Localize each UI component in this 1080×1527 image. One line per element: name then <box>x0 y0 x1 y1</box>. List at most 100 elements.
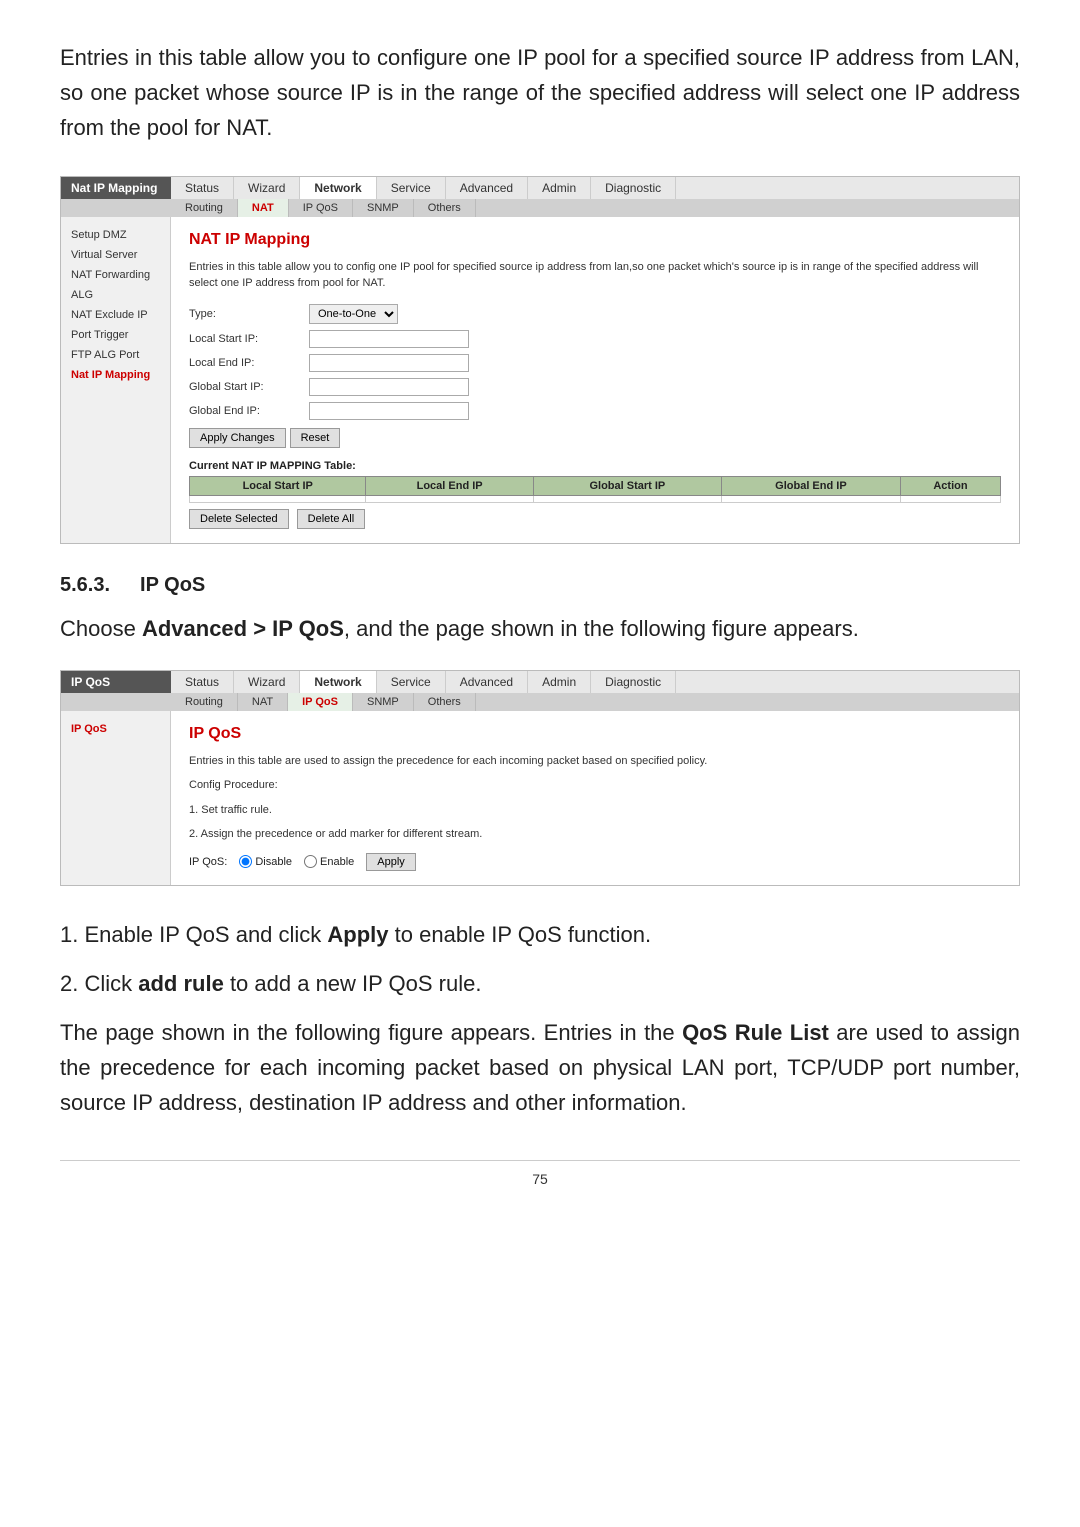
qos-panel-label: IP QoS <box>61 671 171 693</box>
form-row-type: Type: One-to-One <box>189 304 1001 324</box>
qos-nav-tab-service[interactable]: Service <box>377 671 446 693</box>
form-row-local-start: Local Start IP: <box>189 330 1001 348</box>
nav-tab-admin[interactable]: Admin <box>528 177 591 199</box>
sidebar-item-setup-dmz[interactable]: Setup DMZ <box>61 225 170 245</box>
type-select[interactable]: One-to-One <box>309 304 398 324</box>
body-text-1: 1. Enable IP QoS and click Apply to enab… <box>60 916 1020 953</box>
qos-nav-tabs: Status Wizard Network Service Advanced A… <box>171 671 676 693</box>
qos-nav-tab-wizard[interactable]: Wizard <box>234 671 300 693</box>
section-563-intro: Choose Advanced > IP QoS, and the page s… <box>60 611 1020 646</box>
qos-nav-tab-network[interactable]: Network <box>300 671 376 693</box>
nat-nav-bar: Nat IP Mapping Status Wizard Network Ser… <box>61 177 1019 199</box>
qos-sub-tab-others[interactable]: Others <box>414 693 476 711</box>
sidebar-item-nat-ip-mapping[interactable]: Nat IP Mapping <box>61 365 170 385</box>
qos-panel-body: IP QoS IP QoS Entries in this table are … <box>61 711 1019 885</box>
qos-nav-tab-status[interactable]: Status <box>171 671 234 693</box>
nat-table-buttons: Delete Selected Delete All <box>189 509 1001 529</box>
qos-sidebar-item-ipqos[interactable]: IP QoS <box>61 719 170 739</box>
nav-tab-advanced[interactable]: Advanced <box>446 177 528 199</box>
nat-content-area: NAT IP Mapping Entries in this table all… <box>171 217 1019 543</box>
qos-sub-tab-ipqos[interactable]: IP QoS <box>288 693 353 711</box>
form-row-local-end: Local End IP: <box>189 354 1001 372</box>
local-start-input[interactable] <box>309 330 469 348</box>
qos-nav-tab-advanced[interactable]: Advanced <box>446 671 528 693</box>
qos-nav-tab-diagnostic[interactable]: Diagnostic <box>591 671 676 693</box>
sub-tab-nat[interactable]: NAT <box>238 199 289 217</box>
col-local-end: Local End IP <box>366 476 533 495</box>
intro-text: Entries in this table allow you to confi… <box>60 40 1020 146</box>
nat-panel: Nat IP Mapping Status Wizard Network Ser… <box>60 176 1020 544</box>
nat-mapping-table: Local Start IP Local End IP Global Start… <box>189 476 1001 503</box>
local-end-label: Local End IP: <box>189 357 309 369</box>
nav-tab-network[interactable]: Network <box>300 177 376 199</box>
qos-sub-tab-snmp[interactable]: SNMP <box>353 693 414 711</box>
global-start-input[interactable] <box>309 378 469 396</box>
nav-tab-wizard[interactable]: Wizard <box>234 177 300 199</box>
delete-selected-button[interactable]: Delete Selected <box>189 509 289 529</box>
sub-tab-ipqos[interactable]: IP QoS <box>289 199 353 217</box>
global-end-label: Global End IP: <box>189 405 309 417</box>
sub-tab-snmp[interactable]: SNMP <box>353 199 414 217</box>
sub-tab-routing[interactable]: Routing <box>171 199 238 217</box>
sub-tab-others[interactable]: Others <box>414 199 476 217</box>
qos-control-row: IP QoS: Disable Enable Apply <box>189 853 1001 871</box>
nat-sub-nav-spacer <box>61 205 171 211</box>
sidebar-item-virtual-server[interactable]: Virtual Server <box>61 245 170 265</box>
qos-disable-text: Disable <box>255 856 292 868</box>
qos-sidebar: IP QoS <box>61 711 171 885</box>
qos-sub-nav-spacer <box>61 699 171 705</box>
col-global-start: Global Start IP <box>533 476 721 495</box>
reset-button[interactable]: Reset <box>290 428 341 448</box>
nav-tab-status[interactable]: Status <box>171 177 234 199</box>
qos-content-area: IP QoS Entries in this table are used to… <box>171 711 1019 885</box>
qos-sub-tab-nat[interactable]: NAT <box>238 693 288 711</box>
qos-nav-tab-admin[interactable]: Admin <box>528 671 591 693</box>
local-start-label: Local Start IP: <box>189 333 309 345</box>
col-global-end: Global End IP <box>721 476 900 495</box>
sidebar-item-port-trigger[interactable]: Port Trigger <box>61 325 170 345</box>
nat-sub-nav-bar: Routing NAT IP QoS SNMP Others <box>61 199 1019 217</box>
global-end-input[interactable] <box>309 402 469 420</box>
form-row-global-start: Global Start IP: <box>189 378 1001 396</box>
section-number: 5.6.3. <box>60 574 110 597</box>
apply-changes-button[interactable]: Apply Changes <box>189 428 286 448</box>
qos-apply-button[interactable]: Apply <box>366 853 416 871</box>
col-local-start: Local Start IP <box>190 476 366 495</box>
nat-content-title: NAT IP Mapping <box>189 231 1001 249</box>
qos-sub-tab-routing[interactable]: Routing <box>171 693 238 711</box>
qos-enable-radio[interactable] <box>304 855 317 868</box>
delete-all-button[interactable]: Delete All <box>297 509 365 529</box>
nat-content-desc: Entries in this table allow you to confi… <box>189 259 1001 292</box>
qos-content-title: IP QoS <box>189 725 1001 743</box>
qos-panel: IP QoS Status Wizard Network Service Adv… <box>60 670 1020 886</box>
qos-nav-bar: IP QoS Status Wizard Network Service Adv… <box>61 671 1019 693</box>
qos-config-label: Config Procedure: <box>189 777 1001 794</box>
table-row <box>190 495 1001 502</box>
nav-tab-service[interactable]: Service <box>377 177 446 199</box>
qos-disable-radio-label[interactable]: Disable <box>239 855 292 868</box>
type-label: Type: <box>189 308 309 320</box>
nat-table-section: Current NAT IP MAPPING Table: Local Star… <box>189 460 1001 529</box>
sidebar-item-alg[interactable]: ALG <box>61 285 170 305</box>
sidebar-item-ftp-alg-port[interactable]: FTP ALG Port <box>61 345 170 365</box>
qos-desc1: Entries in this table are used to assign… <box>189 753 1001 770</box>
nat-nav-tabs: Status Wizard Network Service Advanced A… <box>171 177 676 199</box>
body-text-2: 2. Click add rule to add a new IP QoS ru… <box>60 965 1020 1002</box>
local-end-input[interactable] <box>309 354 469 372</box>
qos-sub-nav-bar: Routing NAT IP QoS SNMP Others <box>61 693 1019 711</box>
final-para: The page shown in the following figure a… <box>60 1015 1020 1121</box>
qos-enable-radio-label[interactable]: Enable <box>304 855 354 868</box>
qos-step2: 2. Assign the precedence or add marker f… <box>189 826 1001 843</box>
qos-step1: 1. Set traffic rule. <box>189 802 1001 819</box>
section-title: IP QoS <box>140 574 205 597</box>
col-action: Action <box>900 476 1000 495</box>
global-start-label: Global Start IP: <box>189 381 309 393</box>
form-row-global-end: Global End IP: <box>189 402 1001 420</box>
nat-panel-label: Nat IP Mapping <box>61 177 171 199</box>
sidebar-item-nat-forwarding[interactable]: NAT Forwarding <box>61 265 170 285</box>
sidebar-item-nat-exclude-ip[interactable]: NAT Exclude IP <box>61 305 170 325</box>
page-number: 75 <box>60 1160 1020 1187</box>
qos-disable-radio[interactable] <box>239 855 252 868</box>
nav-tab-diagnostic[interactable]: Diagnostic <box>591 177 676 199</box>
qos-label: IP QoS: <box>189 856 227 868</box>
